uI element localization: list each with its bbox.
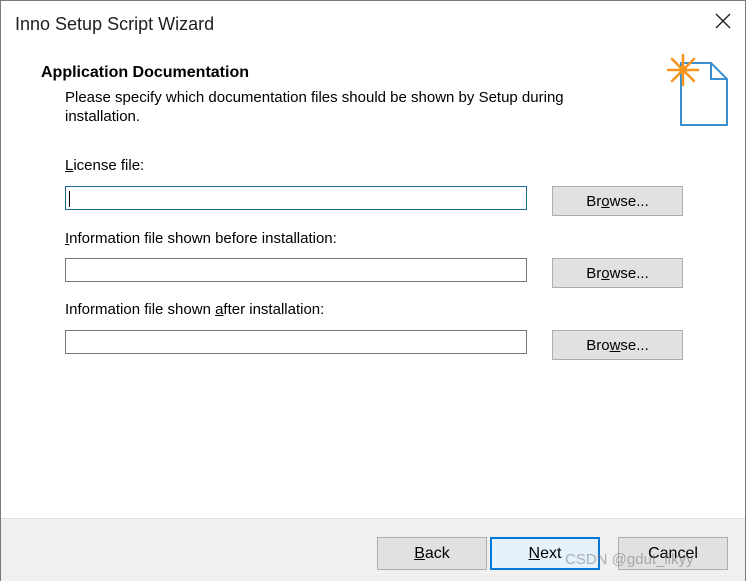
license-file-input[interactable] [65, 186, 527, 210]
window-title: Inno Setup Script Wizard [15, 14, 215, 34]
browse-info-before-button[interactable]: Br o wse... [552, 258, 683, 288]
close-button[interactable] [709, 9, 737, 37]
info-after-label: Information file shown after installatio… [65, 301, 325, 318]
info-before-input[interactable] [65, 258, 527, 282]
page-description: Please specify which documentation files… [65, 89, 564, 125]
text-caret [69, 191, 70, 207]
license-file-label: License file: [65, 157, 145, 174]
info-after-input[interactable] [65, 330, 527, 354]
wizard-window: Inno Setup Script Wizard Application Doc… [0, 0, 746, 581]
watermark: CSDN @gdut_likyy [565, 551, 694, 568]
back-button[interactable]: Back [377, 537, 487, 570]
close-icon [715, 13, 731, 34]
browse-license-button[interactable]: Br o wse... [552, 186, 683, 216]
document-star-icon [665, 53, 731, 129]
page-title: Application Documentation [41, 64, 249, 81]
info-before-label: Information file shown before installati… [65, 230, 337, 247]
browse-info-after-button[interactable]: Bro w se... [552, 330, 683, 360]
